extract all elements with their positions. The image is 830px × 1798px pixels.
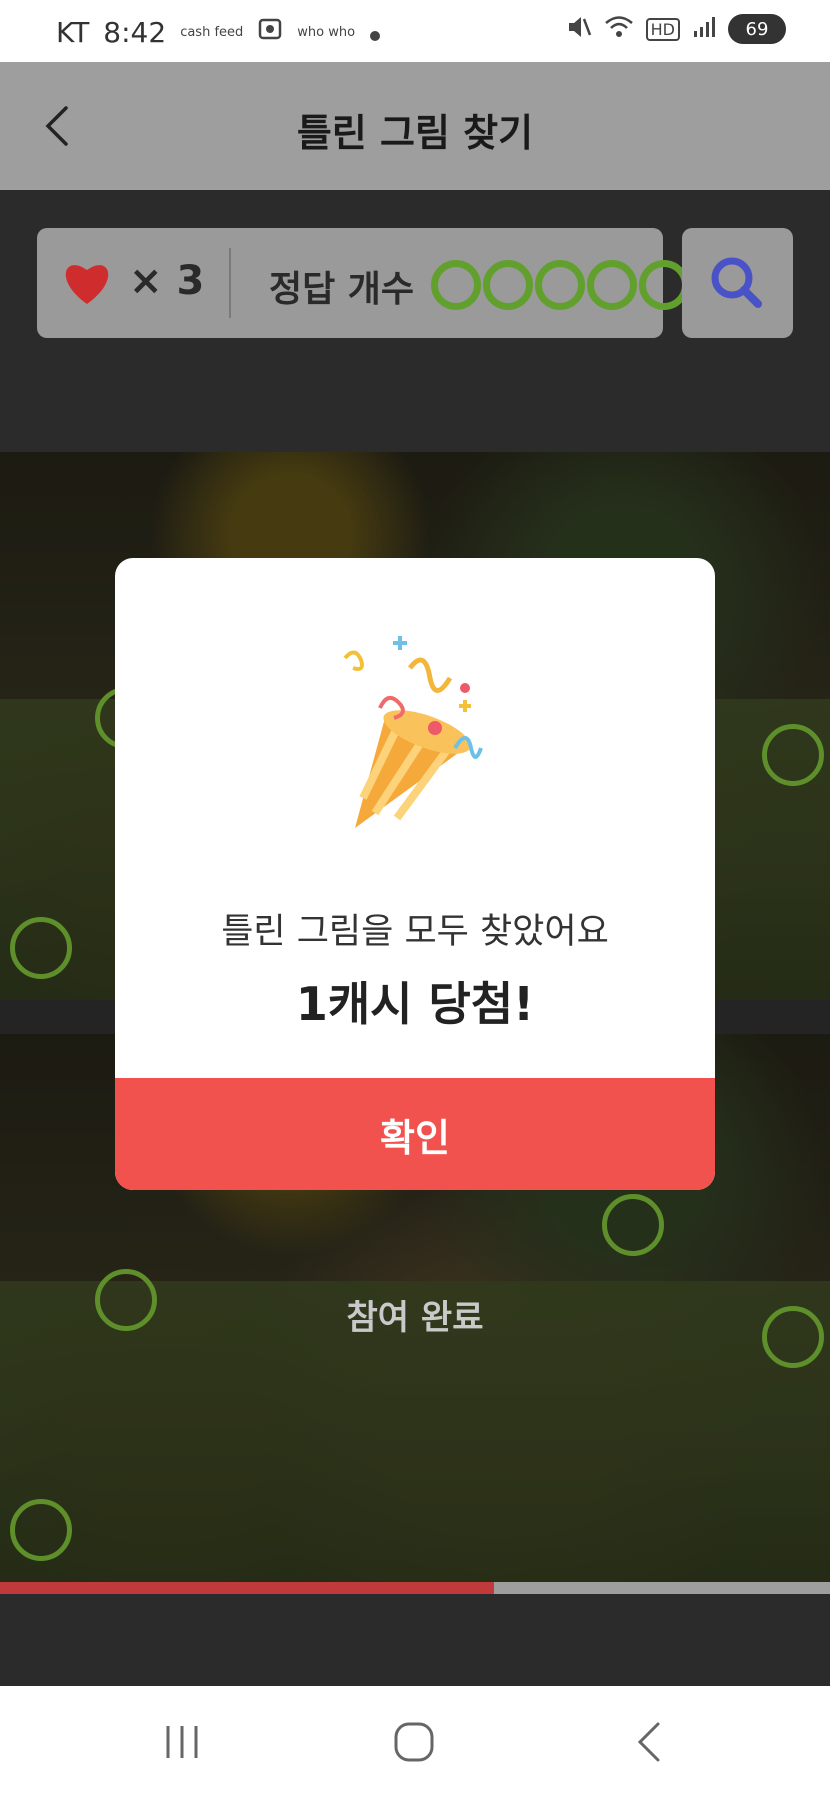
status-bar-left: KT 8:42 cash feed who who [56,16,381,49]
timer-progress-bar [0,1582,830,1594]
clock: 8:42 [103,16,167,49]
wifi-icon [604,14,634,44]
system-back-button[interactable] [620,1716,680,1768]
confirm-button[interactable]: 확인 [115,1078,715,1190]
home-icon [394,1722,434,1762]
home-button[interactable] [384,1716,444,1768]
whowho-icon: who who [297,24,356,40]
found-marker [10,1499,72,1561]
screenshot-icon [257,16,283,49]
status-bar-right: HD 69 [566,14,786,44]
hd-icon: HD [645,17,680,41]
lives-count: 3 [176,258,205,304]
party-popper-icon [343,636,483,828]
carrier-label: KT [56,16,90,49]
found-marker [762,724,824,786]
answer-indicators [431,260,689,310]
notification-dot-icon [369,16,381,49]
participation-complete-label: 참여 완료 [346,1298,484,1338]
cashfeed-icon: cash feed [180,24,244,40]
times-symbol: × [129,258,163,304]
game-status-bar: × 3 정답 개수 [0,190,830,452]
found-marker [602,1194,664,1256]
page-title: 틀린 그림 찾기 [296,111,534,155]
status-bar: KT 8:42 cash feed who who HD 69 [0,0,830,62]
system-nav-bar [0,1686,830,1798]
heart-icon [65,265,109,304]
signal-icon [692,15,716,43]
answer-count-label: 정답 개수 [269,269,415,310]
answer-indicator [535,260,585,310]
back-icon [637,1722,660,1762]
answer-indicator [483,260,533,310]
success-message: 틀린 그림을 모두 찾았어요 [221,912,609,952]
timer-progress-fill [0,1582,494,1594]
battery-indicator: 69 [728,14,786,44]
lives-counter: × 3 [129,258,204,304]
recent-apps-icon [166,1726,198,1758]
lives-and-answers-panel: × 3 정답 개수 [37,228,689,338]
hint-search-button[interactable] [682,228,793,338]
found-marker [10,917,72,979]
mute-icon [566,14,592,44]
answer-indicator [431,260,481,310]
prize-text: 1캐시 당첨! [295,977,535,1031]
search-icon [711,257,762,308]
divider [229,248,231,318]
success-dialog: 틀린 그림을 모두 찾았어요 1캐시 당첨! 확인 [115,558,715,1190]
recent-apps-button[interactable] [152,1716,212,1768]
answer-indicator [587,260,637,310]
app-bar: 틀린 그림 찾기 [0,62,830,190]
bottom-spacer [0,1594,830,1686]
